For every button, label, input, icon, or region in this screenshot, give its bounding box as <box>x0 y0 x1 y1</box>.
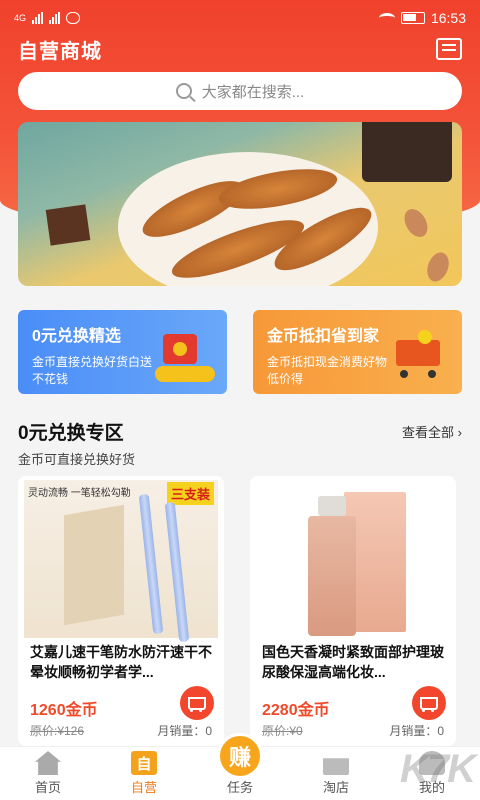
product-card[interactable]: 国色天香凝时紧致面部护理玻尿酸保湿高端化妆... 2280金币 原价:¥0 月销… <box>250 476 456 746</box>
tab-label: 自营 <box>130 780 157 795</box>
monthly-sales: 月销量：0 <box>157 724 212 738</box>
tab-label: 任务 <box>226 780 253 795</box>
clock: 16:53 <box>430 10 466 26</box>
search-placeholder: 大家都在搜索... <box>201 83 305 101</box>
search-icon <box>175 83 192 99</box>
self-operated-icon: 自 <box>131 751 157 775</box>
product-image: 灵动流畅 一笔轻松勾勒 三支装 <box>24 480 218 643</box>
section-subtitle: 金币可直接兑换好货 <box>18 452 136 467</box>
banner-chocolate-image <box>45 204 91 246</box>
original-price: 原价:¥126 <box>30 724 85 738</box>
search-bar[interactable]: 大家都在搜索... <box>18 72 462 110</box>
shopping-cart-illustration-icon <box>390 330 452 384</box>
product-tag: 三支装 <box>166 482 214 505</box>
banner-carousel[interactable] <box>18 122 462 286</box>
promo-desc: 金币抵扣现金消费好物低价得 <box>267 355 388 386</box>
product-name: 国色天香凝时紧致面部护理玻尿酸保湿高端化妆... <box>262 644 444 680</box>
earn-icon: 赚 <box>217 733 263 779</box>
product-price: 1260金币 <box>30 702 98 719</box>
section-title: 0元兑换专区 <box>18 423 124 444</box>
monthly-sales: 月销量：0 <box>389 724 444 738</box>
promo-card-zero-exchange[interactable]: 0元兑换精选 金币直接兑换好货白送不花钱 <box>18 310 227 394</box>
shop-bag-icon <box>323 758 349 775</box>
wifi-icon <box>378 13 395 23</box>
banner-tray-image <box>362 122 452 182</box>
message-icon[interactable] <box>436 38 462 60</box>
signal-icon-2 <box>49 12 61 24</box>
promo-desc: 金币直接兑换好货白送不花钱 <box>32 355 153 386</box>
tab-home[interactable]: 首页 <box>0 747 96 800</box>
chat-notification-icon <box>66 12 81 24</box>
tab-self-operated[interactable]: 自 自营 <box>96 747 192 800</box>
cart-icon[interactable] <box>412 686 446 720</box>
foundation-bottle-image <box>308 496 356 636</box>
gift-box-illustration-icon <box>155 330 217 384</box>
product-image-caption: 灵动流畅 一笔轻松勾勒 <box>28 488 131 499</box>
exchange-section-header: 0元兑换专区 金币可直接兑换好货 查看全部 › <box>18 418 462 468</box>
original-price: 原价:¥0 <box>262 724 303 738</box>
network-label: 4G <box>14 13 27 23</box>
watermark-logo: K7K <box>399 747 476 791</box>
cart-icon[interactable] <box>180 686 214 720</box>
almond-image <box>423 249 453 285</box>
battery-icon <box>400 12 425 24</box>
status-bar: 4G 16:53 <box>0 0 480 36</box>
signal-icon <box>32 12 44 24</box>
view-all-link[interactable]: 查看全部 › <box>402 422 462 441</box>
tab-taoshop[interactable]: 淘店 <box>288 747 384 800</box>
tab-tasks[interactable]: 赚 任务 <box>192 733 288 800</box>
tab-label: 首页 <box>34 780 61 795</box>
product-card[interactable]: 灵动流畅 一笔轻松勾勒 三支装 艾嘉儿速干笔防水防汗速干不晕妆顺畅初学者学...… <box>18 476 224 746</box>
home-icon <box>35 751 61 775</box>
promo-card-coin-deduction[interactable]: 金币抵扣省到家 金币抵扣现金消费好物低价得 <box>253 310 462 394</box>
package-image <box>64 504 124 626</box>
product-price: 2280金币 <box>262 702 330 719</box>
title-bar: 自营商城 <box>18 34 462 64</box>
almond-image <box>399 205 433 241</box>
tab-label: 淘店 <box>322 780 349 795</box>
page-title: 自营商城 <box>18 40 102 63</box>
product-name: 艾嘉儿速干笔防水防汗速干不晕妆顺畅初学者学... <box>30 644 212 680</box>
product-image <box>256 480 450 638</box>
